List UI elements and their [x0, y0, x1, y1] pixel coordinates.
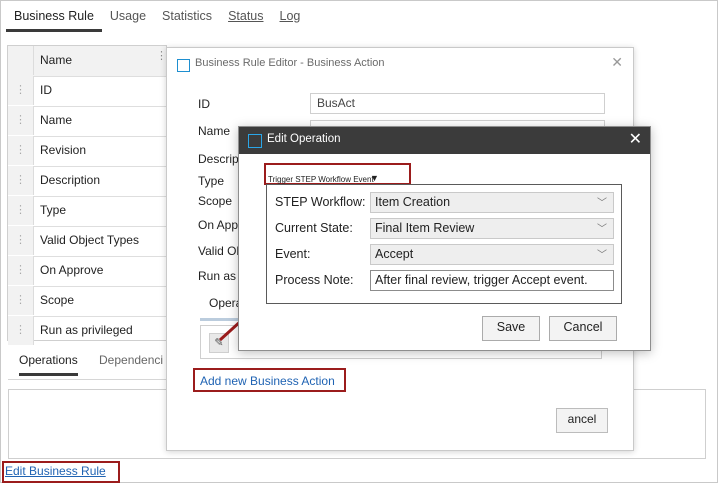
row-label: Scope: [40, 293, 75, 307]
tab-usage[interactable]: Usage: [102, 0, 154, 32]
table-row[interactable]: ⋮ ID: [8, 76, 166, 107]
close-icon[interactable]: ✕: [611, 54, 623, 71]
table-row[interactable]: ⋮ Valid Object Types: [8, 226, 166, 257]
select-value: Item Creation: [375, 195, 451, 209]
current-state-select[interactable]: Final Item Review ﹀: [370, 218, 614, 239]
drag-handle-icon[interactable]: ⋮: [8, 226, 34, 255]
subtab-divider: [8, 379, 168, 380]
edit-operation-dialog: Edit Operation ✕ Trigger STEP Workflow E…: [238, 126, 651, 351]
table-row[interactable]: ⋮ Description: [8, 166, 166, 197]
field-label-valid-object-types: Valid Ob: [198, 244, 244, 258]
drag-handle-icon[interactable]: ⋮: [8, 106, 34, 135]
step-workflow-select[interactable]: Item Creation ﹀: [370, 192, 614, 213]
field-label-run-as: Run as: [198, 269, 237, 283]
field-label-description: Descrip: [198, 152, 239, 166]
cancel-button[interactable]: ancel: [556, 408, 608, 433]
chevron-down-icon: ﹀: [597, 224, 607, 235]
tab-statistics[interactable]: Statistics: [154, 0, 220, 32]
drag-handle-icon[interactable]: ⋮: [8, 136, 34, 165]
drag-handle-icon[interactable]: ⋮: [8, 166, 34, 195]
drag-handle-icon[interactable]: ⋮: [8, 256, 34, 285]
row-label: Name: [40, 113, 73, 127]
drag-handle-icon[interactable]: ⋮: [8, 196, 34, 225]
field-label-id: ID: [198, 97, 210, 111]
row-label: On Approve: [40, 263, 104, 277]
table-row[interactable]: ⋮ Scope: [8, 286, 166, 317]
operation-fields-panel: STEP Workflow: Item Creation ﹀ Current St…: [266, 184, 622, 304]
cancel-button-label: Cancel: [563, 320, 603, 334]
dialog-title: Edit Operation: [267, 133, 341, 145]
process-note-input[interactable]: After final review, trigger Accept event…: [370, 270, 614, 291]
select-value: Final Item Review: [375, 221, 475, 235]
dialog-title: Business Rule Editor - Business Action: [195, 57, 385, 69]
row-label: Type: [40, 203, 67, 217]
tab-log-label: Log: [279, 9, 301, 23]
row-label: Valid Object Types: [40, 233, 139, 247]
cancel-button[interactable]: Cancel: [549, 316, 617, 341]
table-row[interactable]: ⋮ Revision: [8, 136, 166, 167]
chevron-down-icon: ﹀: [597, 198, 607, 209]
table-row[interactable]: ⋮ Type: [8, 196, 166, 227]
dropdown-arrow-icon[interactable]: ▼: [370, 173, 379, 183]
edit-business-rule-link[interactable]: Edit Business Rule: [5, 464, 106, 478]
property-grid: Name ⋮ ⋮ ID ⋮ Name ⋮ Revision ⋮ Description …: [7, 45, 167, 345]
bottom-subtabs: Operations Dependenci: [7, 347, 169, 379]
window-icon: [248, 134, 262, 148]
save-button-label: Save: [496, 320, 526, 334]
tab-status-label: Status: [228, 9, 264, 23]
field-label-name: Name: [198, 124, 231, 138]
tab-status[interactable]: Status: [220, 0, 271, 32]
tab-operations[interactable]: Operations: [19, 353, 78, 376]
field-label-on-approve: On App: [198, 218, 239, 232]
table-row[interactable]: ⋮ Run as privileged: [8, 316, 166, 346]
drag-handle-icon[interactable]: ⋮: [8, 316, 34, 345]
table-row[interactable]: ⋮ On Approve: [8, 256, 166, 287]
save-button[interactable]: Save: [482, 316, 540, 341]
operation-type-select[interactable]: Trigger STEP Workflow Event: [268, 175, 374, 184]
grid-corner: [8, 46, 34, 75]
drag-handle-icon[interactable]: ⋮: [8, 286, 34, 315]
tab-business-rule[interactable]: Business Rule: [6, 0, 102, 32]
table-row[interactable]: ⋮ Name: [8, 106, 166, 137]
dialog-titlebar: Edit Operation ✕: [239, 127, 650, 154]
label-process-note: Process Note:: [275, 273, 354, 287]
label-event: Event:: [275, 247, 311, 261]
column-menu-icon[interactable]: ⋮: [156, 51, 167, 62]
select-value: Accept: [375, 247, 414, 261]
input-value: After final review, trigger Accept event…: [375, 273, 588, 287]
row-label: Description: [40, 173, 101, 187]
event-select[interactable]: Accept ﹀: [370, 244, 614, 265]
add-business-action-link[interactable]: Add new Business Action: [200, 374, 335, 388]
drag-handle-icon[interactable]: ⋮: [8, 76, 34, 105]
chevron-down-icon: ﹀: [597, 250, 607, 261]
field-label-scope: Scope: [198, 194, 233, 208]
label-step-workflow: STEP Workflow:: [275, 195, 366, 209]
window-icon: [177, 59, 190, 72]
row-label: Revision: [40, 143, 87, 157]
tab-log[interactable]: Log: [272, 0, 309, 32]
grid-header: Name ⋮: [8, 46, 167, 77]
cancel-button-label: ancel: [567, 412, 597, 426]
tab-dependencies[interactable]: Dependenci: [99, 353, 163, 367]
main-tabs: Business Rule Usage Statistics Status Lo…: [6, 0, 718, 32]
grid-header-label: Name: [40, 53, 73, 67]
row-label: Run as privileged: [40, 323, 133, 337]
edit-pencil-icon[interactable]: ✎: [209, 333, 229, 353]
id-field[interactable]: BusAct: [310, 93, 605, 114]
field-label-type: Type: [198, 174, 225, 188]
row-label: ID: [40, 83, 52, 97]
close-icon[interactable]: ✕: [629, 129, 642, 149]
label-current-state: Current State:: [275, 221, 353, 235]
